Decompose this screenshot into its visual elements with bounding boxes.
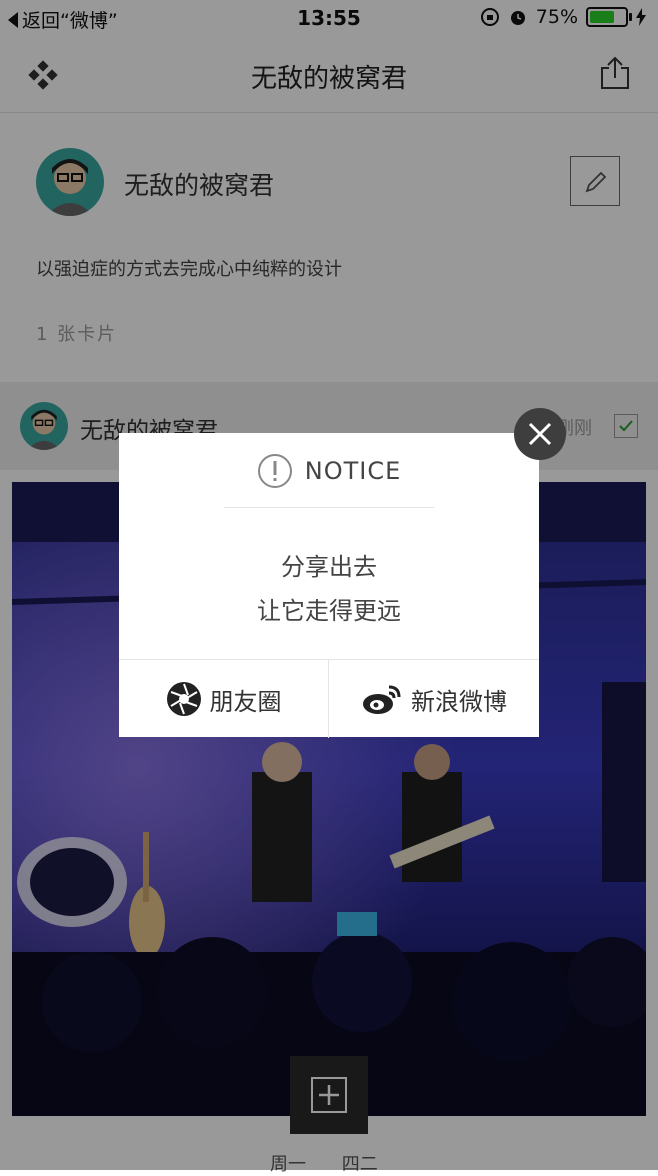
weibo-icon — [363, 685, 401, 714]
close-button[interactable] — [514, 408, 566, 460]
notice-line-1: 分享出去 — [281, 553, 377, 581]
share-moments-button[interactable]: 朋友圈 — [119, 660, 329, 738]
moments-label: 朋友圈 — [209, 687, 282, 716]
close-icon — [528, 422, 552, 446]
share-buttons: 朋友圈 新浪微博 — [119, 659, 539, 738]
notice-divider — [224, 507, 434, 508]
moments-aperture-icon — [166, 682, 201, 716]
notice-header: NOTICE — [119, 449, 539, 493]
notice-line-2: 让它走得更远 — [257, 597, 401, 625]
exclamation-icon — [257, 454, 292, 488]
share-weibo-button[interactable]: 新浪微博 — [329, 660, 539, 738]
notice-modal: NOTICE 分享出去 让它走得更远 朋友圈 新浪微博 — [119, 433, 539, 738]
notice-title: NOTICE — [304, 457, 402, 485]
weibo-label: 新浪微博 — [411, 687, 507, 716]
